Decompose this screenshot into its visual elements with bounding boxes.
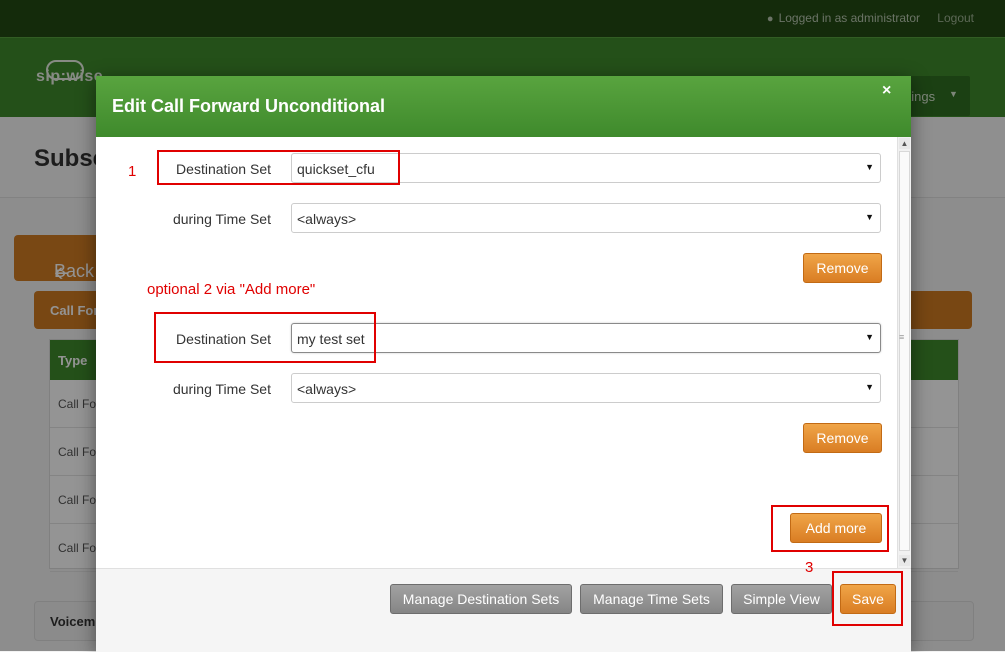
dialog-title: Edit Call Forward Unconditional xyxy=(112,96,386,116)
destination-set-select[interactable]: my test set ▼ xyxy=(291,323,881,353)
dropdown-arrow-icon: ▼ xyxy=(865,382,874,392)
time-set-select[interactable]: <always> ▼ xyxy=(291,373,881,403)
dropdown-arrow-icon: ▼ xyxy=(865,162,874,172)
remove-button[interactable]: Remove xyxy=(803,253,882,283)
time-set-label: during Time Set xyxy=(172,211,271,227)
annotation-box-2 xyxy=(154,312,376,363)
annotation-box-3 xyxy=(832,571,903,626)
annotation-2: optional 2 via "Add more" xyxy=(147,281,316,298)
time-set-value: <always> xyxy=(297,211,357,227)
annotation-box-add-more xyxy=(771,505,889,552)
dropdown-arrow-icon: ▼ xyxy=(865,332,874,342)
dropdown-arrow-icon: ▼ xyxy=(865,212,874,222)
close-icon[interactable]: × xyxy=(882,82,891,100)
grip-icon: ≡ xyxy=(899,332,905,342)
scroll-thumb[interactable] xyxy=(899,151,910,551)
dialog-header: Edit Call Forward Unconditional × xyxy=(96,76,911,137)
time-set-value: <always> xyxy=(297,381,357,397)
annotation-box-1 xyxy=(157,150,400,185)
scroll-up-icon[interactable]: ▲ xyxy=(899,138,910,149)
dialog-scrollbar[interactable]: ▲ ≡ ▼ xyxy=(897,137,911,568)
simple-view-button[interactable]: Simple View xyxy=(731,584,832,614)
manage-destination-sets-button[interactable]: Manage Destination Sets xyxy=(390,584,572,614)
annotation-3: 3 xyxy=(805,559,814,576)
manage-time-sets-button[interactable]: Manage Time Sets xyxy=(580,584,723,614)
scroll-down-icon[interactable]: ▼ xyxy=(899,555,910,566)
time-set-select[interactable]: <always> ▼ xyxy=(291,203,881,233)
annotation-1: 1 xyxy=(128,163,137,180)
time-set-label: during Time Set xyxy=(172,381,271,397)
remove-button[interactable]: Remove xyxy=(803,423,882,453)
